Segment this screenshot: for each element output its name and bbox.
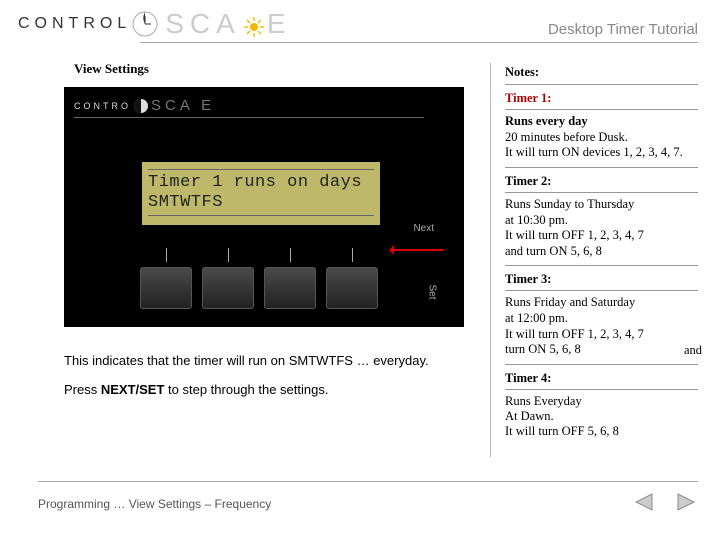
timer-4-heading: Timer 4: — [505, 371, 698, 390]
timer-2-body: Runs Sunday to Thursday at 10:30 pm. It … — [505, 197, 644, 258]
red-arrow-icon — [392, 249, 444, 251]
timer-1-runs: Runs every day — [505, 114, 588, 128]
section-title: View Settings — [74, 61, 490, 77]
stray-and-text: and — [684, 343, 702, 358]
next-slide-button[interactable] — [674, 492, 698, 515]
content-area: View Settings CONTRO SCA E Timer 1 runs … — [0, 43, 720, 457]
device-brand: CONTRO SCA E — [74, 97, 215, 114]
timer-4-block: Runs Everyday At Dawn. It will turn OFF … — [505, 394, 698, 439]
notes-heading: Notes: — [505, 65, 698, 85]
timer-3-body: Runs Friday and Saturday at 12:00 pm. It… — [505, 295, 644, 356]
timer-4-body: Runs Everyday At Dawn. It will turn OFF … — [505, 394, 619, 438]
device-brand-divider — [74, 117, 424, 118]
brand-control-text: CONTROL — [18, 15, 131, 33]
hardware-button-3 — [264, 267, 316, 309]
tutorial-title: Desktop Timer Tutorial — [548, 21, 698, 38]
caption-line-2: Press NEXT/SET to step through the setti… — [64, 380, 490, 401]
device-lcd: Timer 1 runs on days SMTWTFS — [142, 162, 380, 225]
caption-text: This indicates that the timer will run o… — [64, 351, 490, 401]
caption-line-1: This indicates that the timer will run o… — [64, 351, 490, 372]
brand-logo: CONTROL SCA E — [18, 8, 292, 40]
next-button-label: Next — [413, 223, 434, 234]
hardware-button-1 — [140, 267, 192, 309]
footer-divider — [38, 481, 698, 482]
page-footer: Programming … View Settings – Frequency — [0, 481, 720, 515]
sun-icon — [243, 13, 265, 35]
clock-icon — [131, 10, 159, 38]
timer-1-body: 20 minutes before Dusk. It will turn ON … — [505, 130, 683, 160]
prev-slide-button[interactable] — [632, 492, 656, 515]
left-column: View Settings CONTRO SCA E Timer 1 runs … — [60, 55, 490, 457]
timer-3-heading: Timer 3: — [505, 272, 698, 291]
triangle-right-icon — [674, 492, 698, 512]
triangle-left-icon — [632, 492, 656, 512]
brand-scape-text: SCA E — [165, 8, 291, 40]
hardware-button-2 — [202, 267, 254, 309]
timer-1-heading: Timer 1: — [505, 91, 698, 110]
device-brand-scape: SCA E — [151, 97, 215, 114]
timer-2-heading: Timer 2: — [505, 174, 698, 193]
lcd-line-2: SMTWTFS — [148, 193, 223, 212]
hardware-button-row — [140, 267, 378, 309]
notes-panel: Notes: Timer 1: Runs every day 20 minute… — [490, 63, 698, 457]
set-button-label: Set — [427, 284, 438, 299]
timer-1-block: Runs every day 20 minutes before Dusk. I… — [505, 114, 698, 168]
timer-3-block: Runs Friday and Saturday at 12:00 pm. It… — [505, 295, 698, 365]
breadcrumb: Programming … View Settings – Frequency — [38, 497, 271, 511]
timer-2-block: Runs Sunday to Thursday at 10:30 pm. It … — [505, 197, 698, 267]
nav-arrow-group — [632, 492, 698, 515]
device-screenshot: CONTRO SCA E Timer 1 runs on days SMTWTF… — [64, 87, 464, 327]
hardware-button-4 — [326, 267, 378, 309]
lcd-line-1: Timer 1 runs on days — [148, 173, 362, 192]
moon-icon — [133, 98, 149, 114]
page-header: CONTROL SCA E Desktop Timer Tutorial — [0, 0, 720, 42]
device-brand-control: CONTRO — [74, 101, 131, 111]
